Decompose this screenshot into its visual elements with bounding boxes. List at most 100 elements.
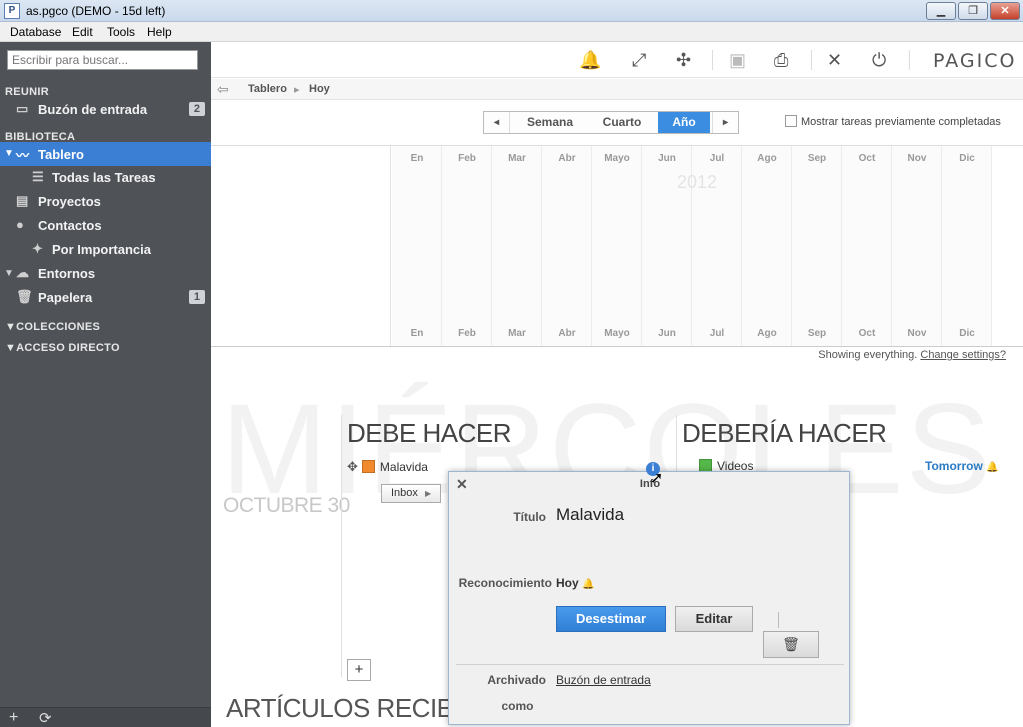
task-due-text: Tomorrow bbox=[925, 459, 983, 473]
change-settings-link[interactable]: Change settings? bbox=[920, 349, 1006, 361]
title-label: Título bbox=[513, 510, 546, 524]
month-column[interactable]: Abr Abr bbox=[542, 146, 592, 346]
month-column[interactable]: Mar Mar bbox=[492, 146, 542, 346]
brand-logo: PAGICO bbox=[933, 50, 1017, 72]
collapse-icon[interactable]: ✣ bbox=[676, 50, 691, 71]
count-badge: 2 bbox=[188, 102, 205, 116]
month-label-bottom: Jun bbox=[658, 328, 676, 339]
search-input[interactable] bbox=[7, 50, 198, 70]
person-icon: ● bbox=[16, 217, 24, 232]
power-icon[interactable]: ⏻ bbox=[872, 50, 886, 71]
breadcrumb-separator: ▸ bbox=[294, 84, 300, 96]
month-column[interactable]: Ago Ago bbox=[742, 146, 792, 346]
month-column[interactable]: Nov Nov bbox=[892, 146, 942, 346]
app-icon: P bbox=[4, 3, 20, 19]
section-reunir: REUNIR bbox=[5, 86, 49, 98]
maximize-button[interactable]: ❐ bbox=[958, 2, 988, 20]
window-title: as.pgco (DEMO - 15d left) bbox=[26, 4, 166, 18]
show-completed-option[interactable]: Mostrar tareas previamente completadas bbox=[785, 115, 1001, 128]
month-column[interactable]: Sep Sep bbox=[792, 146, 842, 346]
bell-icon[interactable]: 🔔 bbox=[579, 50, 601, 71]
sidebar-item-label: Todas las Tareas bbox=[52, 170, 156, 185]
task-item-must[interactable]: ✥ Malavida bbox=[347, 459, 428, 475]
date-label: OCTUBRE 30 bbox=[223, 494, 350, 517]
close-window-button[interactable]: ✕ bbox=[990, 2, 1020, 20]
person-star-icon: ✦ bbox=[32, 241, 43, 256]
year-calendar: En En Feb Feb Mar Mar Abr Abr Mayo Mayo Jun Jun Jul J… bbox=[211, 146, 1023, 347]
range-prev-button[interactable]: ◂ bbox=[484, 112, 510, 133]
column-divider bbox=[341, 415, 342, 677]
add-icon[interactable]: + bbox=[9, 709, 18, 727]
archive-icon[interactable]: ▣ bbox=[729, 50, 746, 71]
delete-button[interactable]: 🗑 bbox=[763, 631, 819, 658]
add-task-button[interactable]: + bbox=[347, 659, 371, 681]
section-colecciones[interactable]: ▼COLECCIONES bbox=[5, 321, 100, 333]
breadcrumb-current: Hoy bbox=[309, 83, 330, 95]
edit-button[interactable]: Editar bbox=[675, 606, 753, 632]
sync-icon[interactable]: ⟳ bbox=[39, 709, 52, 727]
sidebar-item-proyectos[interactable]: ▤ Proyectos bbox=[0, 190, 211, 212]
range-option-cuarto[interactable]: Cuarto bbox=[588, 112, 656, 133]
filter-status: Showing everything. Change settings? bbox=[211, 349, 1006, 361]
sidebar-item-buzon[interactable]: ▭ Buzón de entrada 2 bbox=[0, 98, 211, 120]
sidebar-item-importancia[interactable]: ✦ Por Importancia bbox=[0, 238, 211, 260]
chevron-down-icon: ▼ bbox=[4, 148, 14, 159]
month-label-bottom: Abr bbox=[558, 328, 576, 339]
show-completed-label: Mostrar tareas previamente completadas bbox=[801, 116, 1001, 128]
month-label-bottom: Mayo bbox=[604, 328, 630, 339]
sidebar-item-tablero[interactable]: ▼ 〰 Tablero bbox=[0, 142, 211, 166]
month-column[interactable]: Dic Dic bbox=[942, 146, 992, 346]
month-label-top: Mayo bbox=[604, 153, 630, 164]
toolbar-divider bbox=[909, 50, 910, 70]
menu-edit[interactable]: Edit bbox=[72, 25, 93, 39]
archived-label: Archivado bbox=[487, 673, 546, 687]
month-column[interactable]: Feb Feb bbox=[442, 146, 492, 346]
month-label-top: Nov bbox=[907, 153, 927, 164]
dismiss-button[interactable]: Desestimar bbox=[556, 606, 666, 632]
trash-icon: 🗑 bbox=[16, 289, 33, 304]
month-column[interactable]: Oct Oct bbox=[842, 146, 892, 346]
task-project-button[interactable]: Inbox ▶ bbox=[381, 484, 441, 503]
month-label-top: Jul bbox=[709, 153, 725, 164]
print-icon[interactable]: ⎙ bbox=[774, 50, 788, 71]
popup-divider bbox=[778, 612, 779, 628]
menu-tools[interactable]: Tools bbox=[107, 25, 135, 39]
sidebar: REUNIR ▭ Buzón de entrada 2 BIBLIOTECA ▼… bbox=[0, 42, 211, 727]
move-handle-icon[interactable]: ✥ bbox=[347, 459, 358, 474]
tools-icon[interactable]: ✕ bbox=[827, 50, 842, 71]
task-title[interactable]: Malavida bbox=[380, 460, 428, 474]
archived-location-link[interactable]: Buzón de entrada bbox=[556, 673, 651, 687]
show-completed-checkbox[interactable] bbox=[785, 115, 797, 127]
reminder-value[interactable]: Hoy 🔔 bbox=[556, 576, 594, 590]
sidebar-item-entornos[interactable]: ▼ ☁ Entornos bbox=[0, 262, 211, 284]
month-label-bottom: Oct bbox=[858, 328, 876, 339]
range-next-button[interactable]: ▸ bbox=[712, 112, 738, 133]
range-segmented-control: ◂ Semana Cuarto Año ▸ bbox=[483, 111, 739, 134]
app-window: P as.pgco (DEMO - 15d left) ▁ ❐ ✕ Databa… bbox=[0, 0, 1023, 727]
mouse-cursor-icon: ➚ bbox=[650, 470, 664, 487]
month-label-top: Feb bbox=[458, 153, 476, 164]
sidebar-item-contactos[interactable]: ● Contactos bbox=[0, 214, 211, 236]
title-value[interactable]: Malavida bbox=[556, 505, 624, 525]
menu-database[interactable]: Database bbox=[10, 25, 61, 39]
sidebar-item-label: Entornos bbox=[38, 266, 96, 281]
expand-icon[interactable]: ⤢ bbox=[632, 50, 646, 71]
range-option-semana[interactable]: Semana bbox=[514, 112, 586, 133]
breadcrumb-root[interactable]: Tablero bbox=[248, 83, 287, 95]
sidebar-item-papelera[interactable]: 🗑 Papelera 1 bbox=[0, 286, 211, 308]
cloud-icon: ☁ bbox=[16, 265, 29, 280]
month-label-bottom: Jul bbox=[709, 328, 725, 339]
back-arrow-icon[interactable]: ⇦ bbox=[217, 81, 229, 98]
range-option-ano[interactable]: Año bbox=[658, 112, 710, 133]
task-color-swatch bbox=[361, 460, 375, 473]
month-label-top: Ago bbox=[757, 153, 777, 164]
sidebar-item-todas[interactable]: ☰ Todas las Tareas bbox=[0, 166, 211, 188]
month-column[interactable]: Mayo Mayo bbox=[592, 146, 642, 346]
must-do-heading: DEBE HACER bbox=[347, 418, 512, 448]
dashboard-icon: 〰 bbox=[16, 148, 30, 163]
minimize-button[interactable]: ▁ bbox=[926, 2, 956, 20]
menu-help[interactable]: Help bbox=[147, 25, 172, 39]
month-label-bottom: En bbox=[410, 328, 424, 339]
month-column[interactable]: En En bbox=[392, 146, 442, 346]
section-acceso-directo[interactable]: ▼ACCESO DIRECTO bbox=[5, 342, 120, 354]
